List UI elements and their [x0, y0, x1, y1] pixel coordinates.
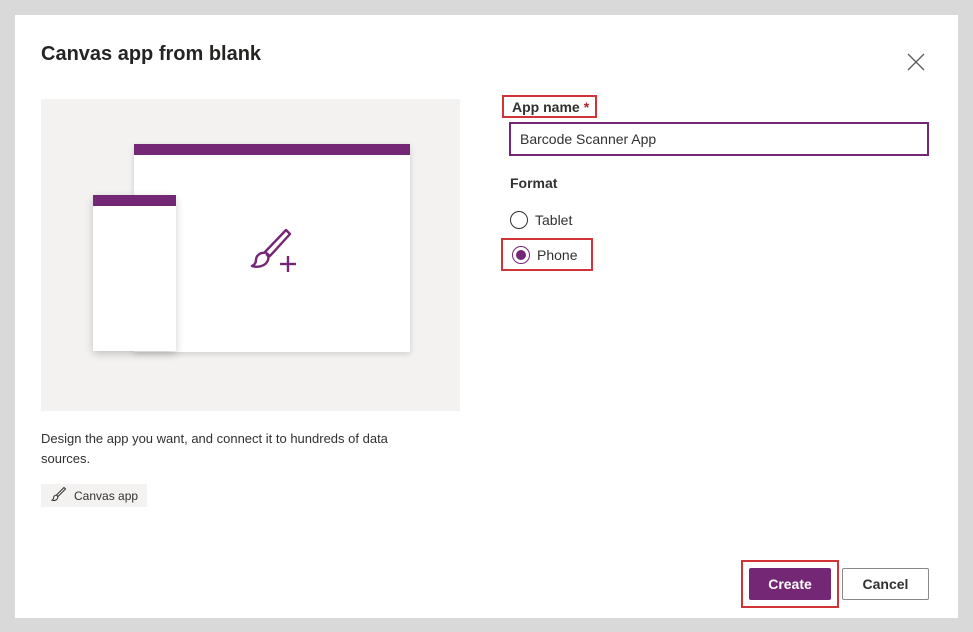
app-preview-illustration — [41, 99, 460, 411]
close-icon[interactable] — [906, 52, 926, 72]
cancel-button[interactable]: Cancel — [842, 568, 929, 600]
format-option-phone[interactable]: Phone — [501, 238, 594, 271]
tablet-radio-label: Tablet — [535, 212, 573, 228]
app-name-label: App name * — [502, 95, 598, 118]
phone-window-illustration — [93, 195, 176, 351]
canvas-app-tag: Canvas app — [41, 484, 148, 507]
brush-plus-icon — [248, 226, 300, 281]
dialog-title: Canvas app from blank — [41, 43, 262, 65]
create-button[interactable]: Create — [749, 568, 831, 600]
format-option-tablet[interactable]: Tablet — [510, 211, 572, 229]
phone-radio-label: Phone — [537, 246, 578, 263]
tablet-radio-button[interactable] — [510, 211, 528, 229]
window-title-bar — [93, 195, 176, 206]
required-marker: * — [583, 98, 590, 115]
canvas-app-dialog: Canvas app from blank Design the app you… — [15, 15, 958, 618]
create-button-highlight: Create — [741, 560, 839, 608]
template-description: Design the app you want, and connect it … — [41, 431, 388, 466]
app-name-label-text: App name — [512, 98, 580, 115]
app-name-input[interactable] — [509, 122, 929, 156]
format-label: Format — [510, 175, 558, 191]
window-title-bar — [134, 144, 410, 155]
brush-icon — [50, 486, 67, 505]
tag-label: Canvas app — [74, 488, 139, 503]
phone-radio-button[interactable] — [512, 245, 530, 264]
